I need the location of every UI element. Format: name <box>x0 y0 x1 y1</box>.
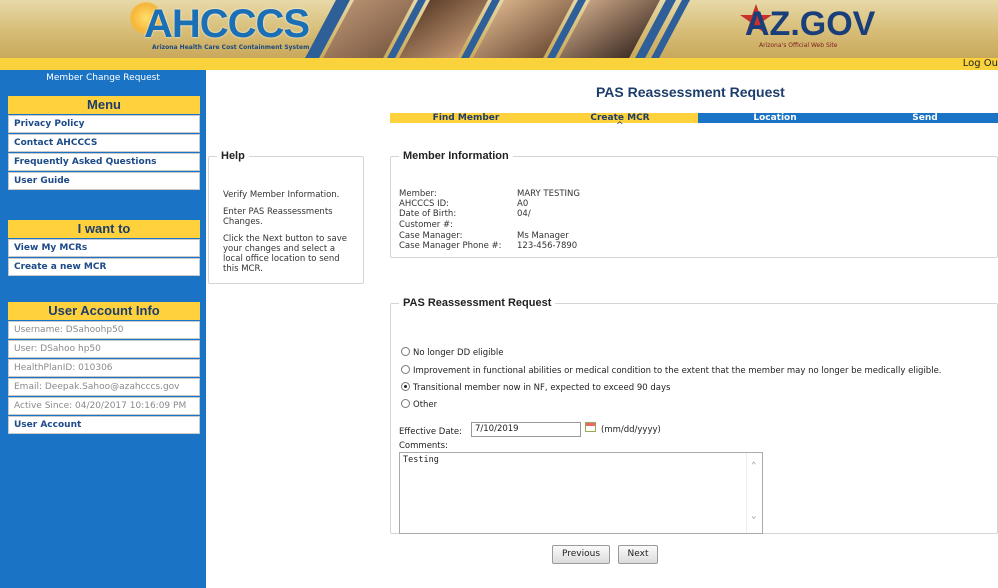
radio-transitional[interactable]: Transitional member now in NF, expected … <box>401 382 670 394</box>
ahcccs-id-value: A0 <box>517 199 529 209</box>
calendar-icon[interactable] <box>585 422 596 432</box>
account-panel: User Account Info Username: DSahoohp50 U… <box>8 302 200 434</box>
pas-request-panel: PAS Reassessment Request No longer DD el… <box>390 297 998 534</box>
current-step-caret-icon: ^ <box>616 121 624 131</box>
sidebar-title: Member Change Request <box>46 73 160 83</box>
radio-label: Improvement in functional abilities or m… <box>413 366 942 376</box>
case-manager-value: Ms Manager <box>517 231 569 241</box>
case-manager-label: Case Manager: <box>399 231 463 241</box>
account-heading: User Account Info <box>8 302 200 320</box>
sidebar: Member Change Request Menu Privacy Polic… <box>0 70 206 588</box>
radio-other[interactable]: Other <box>401 399 437 411</box>
help-panel: Help Verify Member Information. Enter PA… <box>208 150 364 284</box>
dob-label: Date of Birth: <box>399 209 457 219</box>
member-info-panel: Member Information Member: MARY TESTING … <box>390 150 998 258</box>
header-photos <box>300 0 720 58</box>
radio-button-selected-icon[interactable] <box>401 382 410 391</box>
customer-label: Customer #: <box>399 220 453 230</box>
iwant-panel: I want to View My MCRs Create a new MCR <box>8 220 200 276</box>
sidebar-item-user-guide[interactable]: User Guide <box>8 172 200 190</box>
wizard-steps: Find Member Create MCR Location Send <box>390 113 998 123</box>
radio-label: Transitional member now in NF, expected … <box>413 383 671 393</box>
radio-label: Other <box>413 400 438 410</box>
azgov-logo[interactable]: AZ.GOV Arizona's Official Web Site <box>740 4 875 54</box>
pas-legend: PAS Reassessment Request <box>403 297 552 309</box>
help-text-2: Enter PAS Reassessments Changes. <box>223 207 333 227</box>
help-text-3: Click the Next button to save your chang… <box>223 234 347 274</box>
sidebar-item-user-account[interactable]: User Account <box>8 416 200 434</box>
date-format-hint: (mm/dd/yyyy) <box>601 425 661 435</box>
sidebar-item-view-mcrs[interactable]: View My MCRs <box>8 239 200 257</box>
case-manager-phone-label: Case Manager Phone #: <box>399 241 502 251</box>
azgov-text: AZ.GOV <box>745 5 876 43</box>
sidebar-item-faq[interactable]: Frequently Asked Questions <box>8 153 200 171</box>
account-email: Email: Deepak.Sahoo@azahcccs.gov <box>8 378 200 396</box>
effective-date-label: Effective Date: <box>399 427 462 437</box>
previous-button[interactable]: Previous <box>552 545 610 564</box>
menu-panel: Menu Privacy Policy Contact AHCCCS Frequ… <box>8 96 200 190</box>
iwant-heading: I want to <box>8 220 200 238</box>
comments-textarea[interactable]: Testing ⌃ ⌄ <box>399 452 763 534</box>
logo-text: AHCCCS <box>144 2 310 46</box>
ahcccs-id-label: AHCCCS ID: <box>399 199 450 209</box>
account-username: Username: DSahoohp50 <box>8 321 200 339</box>
member-value: MARY TESTING <box>517 189 581 199</box>
radio-button-icon[interactable] <box>401 365 410 374</box>
comments-label: Comments: <box>399 441 448 451</box>
menu-heading: Menu <box>8 96 200 114</box>
help-text-1: Verify Member Information. <box>223 190 340 200</box>
page-title: PAS Reassessment Request <box>596 84 785 100</box>
member-info-legend: Member Information <box>403 150 509 162</box>
sidebar-item-privacy-policy[interactable]: Privacy Policy <box>8 115 200 133</box>
radio-button-icon[interactable] <box>401 399 410 408</box>
comments-scrollbar[interactable]: ⌃ ⌄ <box>746 453 762 533</box>
account-healthplan-id: HealthPlanID: 010306 <box>8 359 200 377</box>
radio-label: No longer DD eligible <box>413 348 504 358</box>
top-bar <box>0 58 998 70</box>
account-user: User: DSahoo hp50 <box>8 340 200 358</box>
step-send: Send <box>852 113 998 123</box>
effective-date-input[interactable]: 7/10/2019 <box>471 422 581 437</box>
sidebar-item-create-mcr[interactable]: Create a new MCR <box>8 258 200 276</box>
logo-subtitle: Arizona Health Care Cost Containment Sys… <box>152 44 310 51</box>
logout-link[interactable]: Log Ou <box>963 58 998 70</box>
radio-no-longer-dd[interactable]: No longer DD eligible <box>401 347 504 359</box>
account-active-since: Active Since: 04/20/2017 10:16:09 PM <box>8 397 200 415</box>
header-banner: AHCCCS Arizona Health Care Cost Containm… <box>0 0 998 58</box>
comments-text: Testing <box>403 455 439 465</box>
case-manager-phone-value: 123-456-7890 <box>517 241 578 251</box>
radio-improvement[interactable]: Improvement in functional abilities or m… <box>401 365 942 377</box>
radio-button-icon[interactable] <box>401 347 410 356</box>
dob-value: 04/ <box>517 209 531 219</box>
help-legend: Help <box>221 150 245 162</box>
sidebar-item-contact[interactable]: Contact AHCCCS <box>8 134 200 152</box>
step-location: Location <box>698 113 852 123</box>
ahcccs-logo[interactable]: AHCCCS Arizona Health Care Cost Containm… <box>130 2 310 51</box>
scroll-down-icon[interactable]: ⌄ <box>751 511 756 521</box>
scroll-up-icon[interactable]: ⌃ <box>751 461 756 471</box>
azgov-subtitle: Arizona's Official Web Site <box>759 42 838 49</box>
member-label: Member: <box>399 189 437 199</box>
step-find-member: Find Member <box>390 113 542 123</box>
next-button[interactable]: Next <box>618 545 658 564</box>
